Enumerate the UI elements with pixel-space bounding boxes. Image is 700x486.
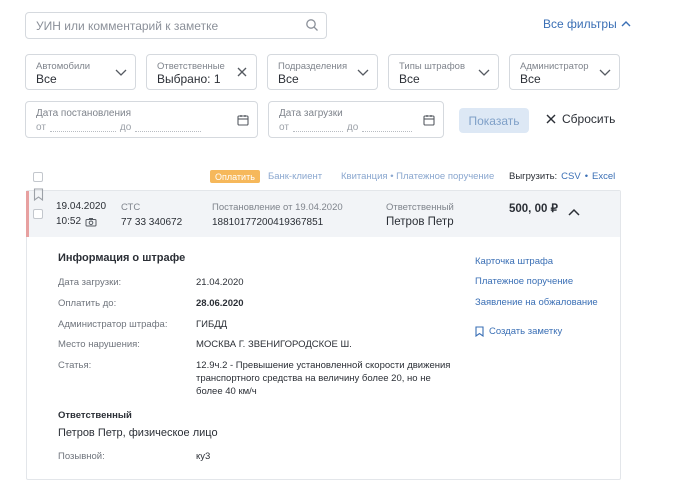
date-from-field[interactable]	[292, 124, 343, 132]
create-note-label: Создать заметку	[489, 326, 563, 337]
filter-value: Все	[520, 72, 541, 86]
decree-number: 18810177200419367851	[212, 217, 324, 228]
date-to-field[interactable]	[362, 124, 413, 132]
date-to-label: до	[119, 122, 132, 133]
callsign-label: Позывной:	[58, 451, 105, 462]
callsign-value: ку3	[196, 451, 211, 462]
upload-date-value: 21.04.2020	[196, 277, 244, 288]
reset-button[interactable]: Сбросить	[546, 112, 615, 126]
pay-button[interactable]: Оплатить	[210, 170, 260, 183]
filter-value: Выбрано: 1	[157, 72, 221, 86]
filter-upload-date[interactable]: Дата загрузки от до	[268, 101, 444, 138]
reset-label: Сбросить	[562, 112, 616, 126]
unpaid-indicator	[26, 191, 29, 237]
filter-label: Автомобили	[36, 61, 91, 72]
violation-place-value: МОСКВА Г. ЗВЕНИГОРОДСКОЕ Ш.	[196, 339, 352, 350]
filter-cars[interactable]: Автомобили Все	[25, 54, 136, 90]
clear-icon[interactable]	[236, 66, 248, 78]
search-input[interactable]: УИН или комментарий к заметке	[25, 12, 327, 39]
article-label: Статья:	[58, 360, 92, 371]
filter-label: Администратор	[520, 61, 589, 72]
bookmark-icon[interactable]	[33, 188, 44, 201]
filter-administrator[interactable]: Администратор Все	[509, 54, 620, 90]
all-filters-label: Все фильтры	[543, 17, 617, 31]
export-separator: •	[584, 171, 589, 182]
payment-order-link[interactable]: Платежное поручение	[475, 276, 573, 287]
pay-until-value: 28.06.2020	[196, 298, 244, 309]
fine-card-link[interactable]: Карточка штрафа	[475, 256, 553, 267]
create-note-button[interactable]: Создать заметку	[475, 326, 562, 337]
responsible-name: Петров Петр	[386, 216, 454, 228]
chevron-down-icon	[357, 69, 369, 76]
search-placeholder: УИН или комментарий к заметке	[36, 19, 219, 33]
filter-label: Ответственные	[157, 61, 225, 72]
pay-until-label: Оплатить до:	[58, 298, 117, 309]
filter-value: Все	[399, 72, 420, 86]
date-from-field[interactable]	[49, 124, 116, 132]
date-to-label: до	[346, 122, 359, 133]
bookmark-icon	[475, 326, 484, 337]
date-range: от до	[279, 122, 413, 133]
responsible-section-title: Ответственный	[58, 410, 132, 421]
filter-departments[interactable]: Подразделения Все	[267, 54, 378, 90]
sts-number: 77 33 340672	[121, 217, 183, 228]
fine-info-title: Информация о штрафе	[58, 252, 186, 264]
receipt-payment-order-link[interactable]: Квитанция • Платежное поручение	[341, 171, 494, 182]
fine-admin-value: ГИБДД	[196, 319, 228, 330]
bank-client-link[interactable]: Банк-клиент	[268, 171, 322, 182]
fine-time-wrap: 10:52	[56, 216, 97, 227]
camera-icon[interactable]	[85, 217, 97, 227]
fine-date: 19.04.2020	[56, 201, 107, 212]
upload-date-label: Дата загрузки:	[58, 277, 122, 288]
close-icon	[546, 114, 556, 124]
filter-decree-date[interactable]: Дата постановления от до	[25, 101, 258, 138]
chevron-down-icon	[599, 69, 611, 76]
chevron-down-icon	[115, 69, 127, 76]
calendar-icon[interactable]	[237, 114, 249, 126]
decree-label: Постановление от 19.04.2020	[212, 202, 343, 213]
export-csv-link[interactable]: CSV	[561, 171, 581, 182]
filter-value: Все	[36, 72, 57, 86]
violation-place-label: Место нарушения:	[58, 339, 140, 350]
export-bar: Выгрузить: CSV • Excel	[509, 171, 615, 182]
chevron-up-icon	[621, 21, 631, 27]
export-excel-link[interactable]: Excel	[592, 171, 615, 182]
article-value: 12.9ч.2 - Превышение установленной скоро…	[196, 360, 451, 397]
appeal-link[interactable]: Заявление на обжалование	[475, 297, 598, 308]
show-button[interactable]: Показать	[459, 108, 529, 133]
fine-time: 10:52	[56, 216, 82, 227]
filter-label: Подразделения	[278, 61, 348, 72]
date-to-field[interactable]	[135, 124, 202, 132]
chevron-down-icon	[478, 69, 490, 76]
responsible-full-name: Петров Петр, физическое лицо	[58, 427, 218, 439]
fine-admin-label: Администратор штрафа:	[58, 319, 168, 330]
all-filters-toggle[interactable]: Все фильтры	[543, 17, 631, 31]
filter-fine-types[interactable]: Типы штрафов Все	[388, 54, 499, 90]
date-range: от до	[36, 122, 202, 133]
date-filter-label: Дата постановления	[36, 108, 132, 119]
fine-amount: 500, 00 ₽	[509, 203, 558, 215]
sts-label: СТС	[121, 202, 141, 213]
calendar-icon[interactable]	[423, 114, 435, 126]
date-filter-label: Дата загрузки	[279, 108, 343, 119]
row-checkbox[interactable]	[33, 209, 43, 219]
date-from-label: от	[279, 122, 289, 133]
chevron-up-icon[interactable]	[567, 207, 581, 217]
date-from-label: от	[36, 122, 46, 133]
select-all-checkbox[interactable]	[33, 172, 43, 182]
search-icon[interactable]	[305, 18, 319, 37]
responsible-label: Ответственный	[386, 202, 454, 213]
filter-label: Типы штрафов	[399, 61, 465, 72]
export-label: Выгрузить:	[509, 171, 558, 182]
filter-responsible[interactable]: Ответственные Выбрано: 1	[146, 54, 257, 90]
filter-value: Все	[278, 72, 299, 86]
